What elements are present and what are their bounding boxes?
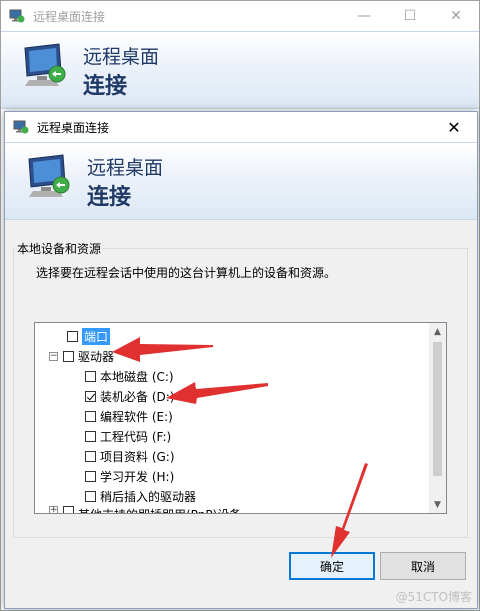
drive-label: 工程代码 (F:): [100, 429, 172, 444]
drive-label: 稍后插入的驱动器: [100, 489, 197, 504]
drive-label: 本地磁盘 (C:): [100, 369, 174, 384]
group-description: 选择要在远程会话中使用的这台计算机上的设备和资源。: [36, 266, 337, 280]
remote-desktop-monitor-icon: [25, 153, 73, 201]
tree-item-pnp[interactable]: + 其他支持的即插即用(PnP)设备: [49, 506, 241, 513]
tree-item-drive[interactable]: 稍后插入的驱动器: [85, 486, 196, 506]
drive-checkbox[interactable]: [85, 410, 96, 422]
drive-checkbox[interactable]: [85, 450, 96, 462]
tree-item-drives[interactable]: − 驱动器: [49, 346, 114, 366]
expand-icon[interactable]: +: [49, 506, 58, 513]
minimize-button[interactable]: —: [341, 1, 387, 31]
background-titlebar: 远程桌面连接 — ☐ ✕: [1, 1, 479, 31]
banner-line1: 远程桌面: [83, 46, 160, 68]
ports-label: 端口: [82, 327, 111, 345]
dialog-titlebar: 远程桌面连接 ✕: [5, 112, 477, 142]
close-icon: ✕: [447, 117, 461, 137]
ok-button[interactable]: 确定: [289, 552, 375, 580]
watermark: @51CTO博客: [395, 590, 472, 604]
tree-item-ports[interactable]: 端口: [67, 326, 111, 346]
background-banner: 远程桌面 连接: [1, 31, 479, 109]
remote-desktop-dialog: 远程桌面连接 ✕ 远程桌面 连接 本地设备和资源 选择要在远程会话中使用的这台计…: [4, 111, 478, 609]
tree-item-drive[interactable]: 编程软件 (E:): [85, 406, 173, 426]
remote-desktop-icon: [9, 8, 25, 24]
tree-scrollbar[interactable]: ▲ ▼: [429, 323, 446, 513]
drive-label: 学习开发 (H:): [100, 469, 175, 484]
drive-label: 装机必备 (D:): [100, 389, 175, 404]
pnp-label: 其他支持的即插即用(PnP)设备: [78, 506, 241, 513]
scroll-up-icon[interactable]: ▲: [429, 323, 446, 340]
drives-label: 驱动器: [78, 349, 115, 364]
pnp-checkbox[interactable]: [63, 506, 74, 513]
collapse-icon[interactable]: −: [49, 351, 58, 361]
maximize-button[interactable]: ☐: [387, 1, 433, 31]
drives-checkbox[interactable]: [63, 350, 74, 362]
tree-item-drive[interactable]: 装机必备 (D:): [85, 386, 174, 406]
remote-desktop-monitor-icon: [21, 42, 69, 90]
drive-checkbox[interactable]: [85, 430, 96, 442]
tree-item-drive[interactable]: 学习开发 (H:): [85, 466, 174, 486]
close-button[interactable]: ✕: [433, 1, 479, 31]
dialog-title: 远程桌面连接: [37, 120, 110, 135]
group-title: 本地设备和资源: [15, 240, 104, 257]
dialog-banner-line2: 连接: [87, 185, 132, 210]
dialog-close-button[interactable]: ✕: [431, 112, 477, 142]
tree-item-drive[interactable]: 本地磁盘 (C:): [85, 366, 174, 386]
cancel-button[interactable]: 取消: [380, 552, 466, 580]
drive-checkbox[interactable]: [85, 470, 96, 482]
device-tree[interactable]: 端口 − 驱动器 本地磁盘 (C:) 装机必备 (D:) 编程软件 (E:) 工…: [34, 322, 447, 514]
dialog-banner: 远程桌面 连接: [5, 142, 477, 220]
ports-checkbox[interactable]: [67, 330, 78, 342]
scroll-thumb[interactable]: [433, 342, 442, 476]
remote-desktop-icon: [13, 119, 29, 135]
drive-checkbox[interactable]: [85, 370, 96, 382]
tree-item-drive[interactable]: 工程代码 (F:): [85, 426, 171, 446]
drive-label: 编程软件 (E:): [100, 409, 173, 424]
background-window-title: 远程桌面连接: [33, 9, 106, 24]
drive-checkbox[interactable]: [85, 490, 96, 502]
drive-label: 项目资料 (G:): [100, 449, 175, 464]
dialog-banner-line1: 远程桌面: [87, 157, 164, 179]
drive-checkbox-checked[interactable]: [85, 390, 96, 402]
banner-line2: 连接: [83, 74, 128, 99]
scroll-down-icon[interactable]: ▼: [429, 496, 446, 513]
tree-item-drive[interactable]: 项目资料 (G:): [85, 446, 175, 466]
